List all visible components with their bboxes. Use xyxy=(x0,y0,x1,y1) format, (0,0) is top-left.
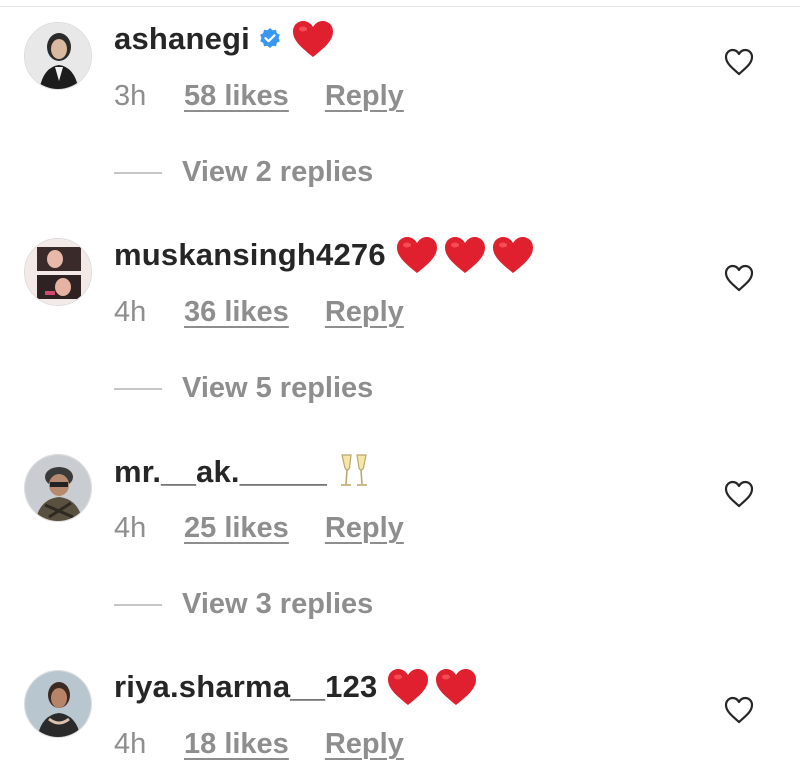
comment-text xyxy=(396,236,534,274)
like-heart-icon[interactable] xyxy=(724,48,754,76)
likes-count-link[interactable]: 25 likes xyxy=(184,512,289,545)
like-heart-icon[interactable] xyxy=(724,264,754,292)
avatar[interactable] xyxy=(24,238,92,306)
red-heart-icon xyxy=(387,668,429,706)
username[interactable]: muskansingh4276 xyxy=(114,237,386,273)
view-replies-button[interactable]: View 2 replies xyxy=(114,156,373,189)
comment-meta: 4h 25 likes Reply xyxy=(114,512,404,545)
replies-divider xyxy=(114,171,162,174)
comment-header: ashanegi xyxy=(114,20,334,58)
comment-muskansingh4276: muskansingh4276 4h 36 likes Reply xyxy=(0,216,800,336)
red-heart-icon xyxy=(292,20,334,58)
likes-count-link[interactable]: 36 likes xyxy=(184,296,289,329)
red-heart-icon xyxy=(492,236,534,274)
comment-header: mr.__ak._____ xyxy=(114,452,371,492)
avatar[interactable] xyxy=(24,670,92,738)
view-replies-button[interactable]: View 3 replies xyxy=(114,588,373,621)
reply-button[interactable]: Reply xyxy=(325,296,404,329)
like-heart-icon[interactable] xyxy=(724,696,754,724)
view-replies-button[interactable]: View 5 replies xyxy=(114,372,373,405)
avatar[interactable] xyxy=(24,454,92,522)
comment-header: muskansingh4276 xyxy=(114,236,534,274)
view-replies-label: View 5 replies xyxy=(182,372,374,404)
comment-riya-sharma: riya.sharma__123 4h 18 likes Reply xyxy=(0,648,800,768)
comment-text xyxy=(292,20,334,58)
replies-divider xyxy=(114,387,162,390)
like-heart-icon[interactable] xyxy=(724,480,754,508)
reply-button[interactable]: Reply xyxy=(325,80,404,113)
comment-header: riya.sharma__123 xyxy=(114,668,477,706)
timestamp: 4h xyxy=(114,296,147,328)
comment-meta: 3h 58 likes Reply xyxy=(114,80,404,113)
reply-button[interactable]: Reply xyxy=(325,512,404,545)
timestamp: 3h xyxy=(114,80,147,112)
champagne-glasses-icon xyxy=(337,452,371,492)
red-heart-icon xyxy=(396,236,438,274)
reply-button[interactable]: Reply xyxy=(325,728,404,761)
username[interactable]: ashanegi xyxy=(114,21,250,57)
likes-count-link[interactable]: 18 likes xyxy=(184,728,289,761)
avatar[interactable] xyxy=(24,22,92,90)
red-heart-icon xyxy=(444,236,486,274)
comment-text xyxy=(337,452,371,492)
likes-count-link[interactable]: 58 likes xyxy=(184,80,289,113)
username[interactable]: riya.sharma__123 xyxy=(114,669,377,705)
red-heart-icon xyxy=(435,668,477,706)
comment-meta: 4h 36 likes Reply xyxy=(114,296,404,329)
comment-ashanegi: ashanegi 3h 58 likes Reply xyxy=(0,0,800,120)
verified-badge-icon xyxy=(258,27,282,51)
comment-text xyxy=(387,668,477,706)
replies-divider xyxy=(114,603,162,606)
timestamp: 4h xyxy=(114,512,147,544)
view-replies-label: View 3 replies xyxy=(182,588,374,620)
comment-mr-ak: mr.__ak._____ 4h 25 likes Reply xyxy=(0,432,800,552)
timestamp: 4h xyxy=(114,728,147,760)
comment-meta: 4h 18 likes Reply xyxy=(114,728,404,761)
view-replies-label: View 2 replies xyxy=(182,156,374,188)
username[interactable]: mr.__ak._____ xyxy=(114,454,327,490)
